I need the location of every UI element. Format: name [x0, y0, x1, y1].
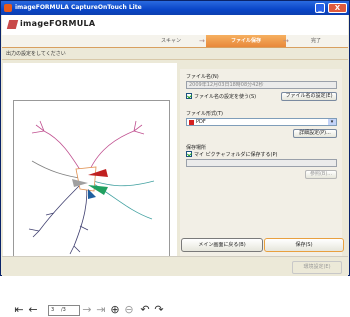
status-bar: 環境設定(E)	[2, 256, 348, 276]
mindmap-thumbnail	[28, 120, 155, 255]
logo-text: imageFORMULA	[20, 19, 96, 28]
save-button[interactable]: 保存(S)	[264, 238, 344, 252]
use-filename-setting-checkbox[interactable]	[186, 93, 192, 99]
environment-settings-button[interactable]: 環境設定(E)	[292, 261, 342, 274]
save-location-label: 保存場所	[186, 145, 207, 151]
minimize-button[interactable]: _	[315, 3, 325, 13]
use-filename-setting-label: ファイル名の設定を使う(S)	[194, 94, 257, 100]
close-button[interactable]: X	[328, 3, 347, 13]
back-to-main-button[interactable]: メイン画面に戻る(B)	[181, 238, 263, 252]
current-page: 3	[51, 307, 55, 313]
rotate-left-icon[interactable]: ↶	[139, 303, 151, 317]
step-done: 完了	[310, 38, 321, 44]
instruction-text: 出力の設定をしてください	[6, 51, 66, 57]
file-format-value: PDF	[196, 119, 206, 125]
page-number-box[interactable]: 3 /3	[48, 305, 80, 316]
next-page-icon[interactable]: →	[81, 303, 93, 317]
title-bar[interactable]: imageFORMULA CaptureOnTouch Lite _ X	[1, 1, 349, 15]
step-scan: スキャン	[160, 38, 181, 44]
save-to-pictures-checkbox[interactable]	[186, 151, 192, 157]
zoom-in-icon[interactable]: ⊕	[109, 303, 121, 317]
rotate-right-icon[interactable]: ↷	[153, 303, 165, 317]
file-name-label: ファイル名(N)	[186, 74, 219, 80]
pdf-icon	[189, 120, 194, 125]
prev-page-icon[interactable]: ←	[27, 303, 39, 317]
logo-mark-icon	[6, 20, 19, 29]
file-format-select[interactable]: PDF ▾	[186, 118, 337, 126]
browse-button[interactable]: 参照(B)...	[305, 170, 337, 179]
step-indicator: スキャン → ファイル保存 → 完了	[2, 35, 348, 48]
step-save-active: ファイル保存	[206, 35, 286, 47]
filename-settings-button[interactable]: ファイル名の設定(E)	[281, 92, 337, 101]
last-page-icon[interactable]: ⇥	[95, 303, 107, 317]
save-to-pictures-label: マイ ピクチャフォルダに保存する(P)	[194, 152, 278, 158]
window-title: imageFORMULA CaptureOnTouch Lite	[15, 4, 142, 11]
divider	[2, 59, 348, 60]
save-location-field[interactable]	[186, 159, 337, 167]
app-header: imageFORMULA	[2, 15, 348, 35]
settings-panel: ファイル名(N) 2009年12月03日18時08分42秒 ファイル名の設定を使…	[180, 69, 342, 257]
first-page-icon[interactable]: ⇤	[13, 303, 25, 317]
chevron-down-icon[interactable]: ▾	[328, 119, 336, 125]
file-name-field[interactable]: 2009年12月03日18時08分42秒	[186, 81, 337, 89]
total-pages: /3	[61, 307, 66, 313]
preview-toolbar: ⇤ ← 3 /3 → ⇥ ⊕ ⊖ ↶ ↷	[13, 303, 173, 317]
zoom-out-icon[interactable]: ⊖	[123, 303, 135, 317]
app-window: imageFORMULA CaptureOnTouch Lite _ X ima…	[0, 0, 350, 316]
file-format-label: ファイル形式(T)	[186, 111, 223, 117]
advanced-settings-button[interactable]: 詳細設定(P)...	[293, 129, 337, 138]
page-preview[interactable]	[13, 100, 170, 270]
preview-panel: ⇤ ← 3 /3 → ⇥ ⊕ ⊖ ↶ ↷	[3, 63, 177, 316]
app-icon	[4, 4, 12, 12]
step-arrow-icon: →	[199, 37, 205, 45]
